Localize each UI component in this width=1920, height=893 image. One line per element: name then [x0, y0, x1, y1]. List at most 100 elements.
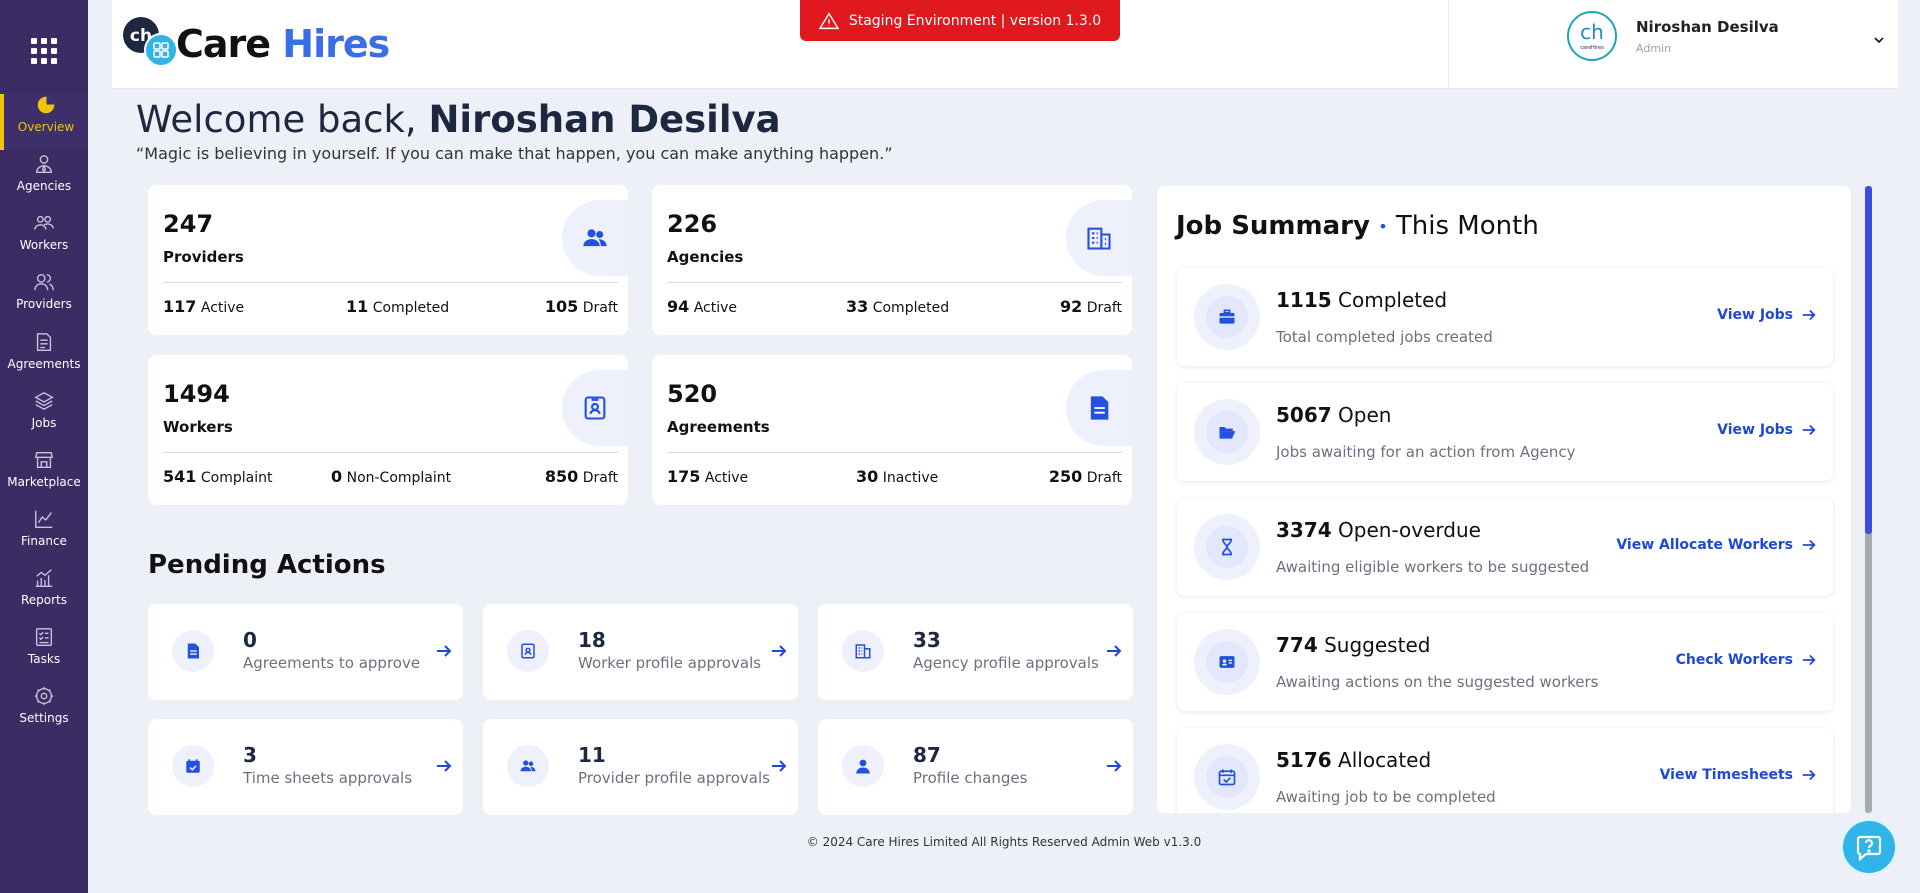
arrow-right-icon[interactable]	[435, 642, 453, 660]
view-allocate-workers-link[interactable]: View Allocate Workers	[1616, 537, 1817, 553]
pending-provider-profile-card[interactable]: 11 Provider profile approvals	[483, 719, 798, 815]
avatar[interactable]: ch careHires	[1567, 11, 1617, 61]
pending-profile-changes-card[interactable]: 87 Profile changes	[818, 719, 1133, 815]
sidebar-item-finance[interactable]: Finance	[0, 508, 88, 564]
ji-icon-wrap	[1194, 284, 1260, 350]
divider	[667, 282, 1122, 283]
hourglass-icon	[1222, 538, 1232, 556]
arrow-right-icon[interactable]	[435, 757, 453, 775]
pa-number: 3	[243, 743, 257, 767]
arrow-right-icon[interactable]	[770, 642, 788, 660]
ji-description: Awaiting actions on the suggested worker…	[1276, 673, 1599, 691]
id-badge-icon	[584, 396, 606, 420]
view-jobs-completed-link[interactable]: View Jobs	[1717, 307, 1817, 323]
user-name[interactable]: Niroshan Desilva	[1636, 18, 1779, 36]
pa-number: 87	[913, 743, 941, 767]
stat-label: Agreements	[667, 418, 770, 436]
job-item-allocated: 5176 Allocated Awaiting job to be comple…	[1177, 728, 1833, 813]
stat-label: Workers	[163, 418, 233, 436]
staging-text: Staging Environment | version 1.3.0	[848, 12, 1102, 29]
stat-card-agreements[interactable]: 520 Agreements 175 Active 30 Inactive 25…	[652, 355, 1132, 505]
stat-card-workers[interactable]: 1494 Workers 541 Complaint 0 Non-Complai…	[148, 355, 628, 505]
file-icon	[1090, 396, 1109, 420]
stat-sub-draft: 850 Draft	[544, 467, 618, 486]
arrow-right-icon	[1802, 654, 1816, 666]
job-summary-title: Job Summary • This Month	[1176, 211, 1539, 241]
pending-agency-profile-card[interactable]: 33 Agency profile approvals	[818, 604, 1133, 700]
sidebar-item-label: Settings	[19, 711, 69, 725]
sidebar-item-workers[interactable]: Workers	[0, 212, 88, 268]
file-icon	[187, 643, 199, 659]
sidebar-item-reports[interactable]: Reports	[0, 567, 88, 623]
welcome-quote: “Magic is believing in yourself. If you …	[136, 144, 893, 163]
pa-number: 11	[578, 743, 606, 767]
view-jobs-open-link[interactable]: View Jobs	[1717, 422, 1817, 438]
job-summary-scrollbar[interactable]	[1865, 186, 1872, 813]
stat-card-providers[interactable]: 247 Providers 117 Active 11 Completed 10…	[148, 185, 628, 335]
chevron-down-icon[interactable]	[1872, 33, 1886, 47]
staging-environment-banner: Staging Environment | version 1.3.0	[800, 0, 1120, 41]
arrow-right-icon[interactable]	[1105, 757, 1123, 775]
user-divider	[1448, 0, 1449, 89]
sidebar-item-settings[interactable]: Settings	[0, 685, 88, 741]
avatar-logo-icon: ch careHires	[1580, 20, 1604, 51]
sidebar-item-label: Providers	[16, 297, 72, 311]
calendar-check-icon	[1218, 769, 1236, 786]
sidebar-item-agencies[interactable]: Agencies	[0, 153, 88, 209]
stat-sub-draft: 250 Draft	[1048, 467, 1122, 486]
sidebar-item-agreements[interactable]: Agreements	[0, 331, 88, 387]
scrollbar-thumb[interactable]	[1865, 186, 1872, 534]
page-title: Welcome back, Niroshan Desilva	[136, 98, 781, 141]
pa-icon-wrap	[172, 745, 214, 787]
id-card-icon	[1219, 656, 1235, 668]
ji-icon-wrap	[1194, 514, 1260, 580]
view-timesheets-link[interactable]: View Timesheets	[1660, 767, 1817, 783]
pa-label: Provider profile approvals	[578, 769, 770, 787]
pa-label: Agency profile approvals	[913, 654, 1099, 672]
arrow-right-icon[interactable]	[1105, 642, 1123, 660]
building-icon	[855, 644, 871, 659]
pa-number: 18	[578, 628, 606, 652]
stat-icon-wrap	[1066, 200, 1132, 276]
ji-description: Total completed jobs created	[1276, 328, 1493, 346]
sidebar-item-label: Agencies	[16, 179, 72, 193]
check-workers-link[interactable]: Check Workers	[1676, 652, 1817, 668]
sidebar-item-tasks[interactable]: Tasks	[0, 626, 88, 682]
arrow-right-icon	[1802, 539, 1816, 551]
arrow-right-icon[interactable]	[770, 757, 788, 775]
stat-number: 520	[667, 380, 718, 408]
welcome-greeting: Welcome back,	[136, 98, 429, 141]
stat-number: 1494	[163, 380, 230, 408]
sidebar-item-overview[interactable]: Overview	[0, 94, 88, 150]
stat-label: Providers	[163, 248, 244, 266]
stat-card-agencies[interactable]: 226 Agencies 94 Active 33 Completed 92 D…	[652, 185, 1132, 335]
user-icon	[856, 759, 870, 774]
stat-sub-active: 94 Active	[667, 297, 738, 316]
users-icon	[520, 760, 536, 772]
pending-timesheets-card[interactable]: 3 Time sheets approvals	[148, 719, 463, 815]
help-chat-button[interactable]	[1840, 818, 1898, 876]
job-item-open-overdue: 3374 Open-overdue Awaiting eligible work…	[1177, 498, 1833, 596]
logo-word-hires: Hires	[282, 22, 390, 66]
pending-agreements-card[interactable]: 0 Agreements to approve	[148, 604, 463, 700]
sidebar-item-providers[interactable]: Providers	[0, 271, 88, 327]
logo-text: Care Hires	[176, 22, 390, 66]
sidebar-item-jobs[interactable]: Jobs	[0, 390, 88, 446]
care-hires-logo[interactable]: ch Care Hires	[122, 16, 390, 72]
sidebar-item-label: Reports	[20, 593, 68, 607]
sidebar: Overview Agencies Workers Providers Agre…	[0, 0, 88, 893]
divider	[163, 452, 618, 453]
users-icon	[34, 215, 54, 230]
sidebar-item-marketplace[interactable]: Marketplace	[0, 449, 88, 505]
apps-grid-icon[interactable]	[31, 38, 57, 64]
job-item-completed: 1115 Completed Total completed jobs crea…	[1177, 268, 1833, 366]
stat-icon-wrap	[1066, 370, 1132, 446]
stat-number: 226	[667, 210, 718, 238]
pa-number: 0	[243, 628, 257, 652]
pending-worker-profile-card[interactable]: 18 Worker profile approvals	[483, 604, 798, 700]
sidebar-item-label: Tasks	[27, 652, 61, 666]
divider	[163, 282, 618, 283]
ji-description: Awaiting eligible workers to be suggeste…	[1276, 558, 1590, 576]
checklist-icon	[35, 628, 53, 646]
avatar-text: careHires	[1580, 45, 1604, 51]
